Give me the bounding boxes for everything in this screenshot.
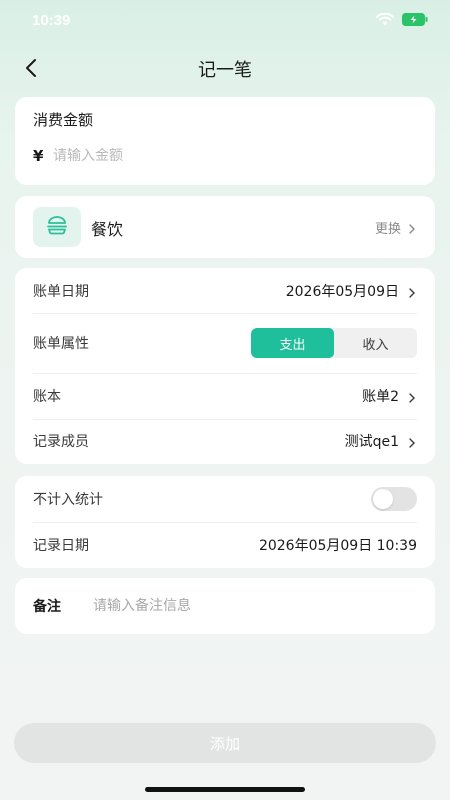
category-name: 餐饮 xyxy=(91,220,124,239)
record-date-value: 2026年05月09日 10:39 xyxy=(258,538,417,554)
attribute-segmented-control: 支出 收入 xyxy=(251,328,417,358)
amount-card: 消费金额 ¥ xyxy=(15,97,435,185)
bill-date-label: 账单日期 xyxy=(33,284,89,300)
record-date-label: 记录日期 xyxy=(33,538,89,554)
note-input[interactable] xyxy=(93,593,413,619)
ledger-row[interactable]: 账本 账单2 xyxy=(33,385,417,407)
member-row[interactable]: 记录成员 测试qe1 xyxy=(33,430,417,452)
divider xyxy=(33,522,417,523)
amount-label: 消费金额 xyxy=(33,111,94,129)
divider xyxy=(33,373,417,374)
bill-date-value-wrap: 2026年05月09日 xyxy=(286,281,417,301)
member-label: 记录成员 xyxy=(33,434,89,450)
ledger-value-wrap: 账单2 xyxy=(362,386,417,406)
burger-icon xyxy=(46,215,68,239)
chevron-right-icon xyxy=(407,436,417,448)
category-card[interactable]: 餐饮 更换 xyxy=(15,196,435,258)
page-title: 记一笔 xyxy=(198,60,252,81)
member-value-wrap: 测试qe1 xyxy=(345,431,417,451)
currency-symbol: ¥ xyxy=(33,147,44,165)
divider xyxy=(33,313,417,314)
home-indicator xyxy=(145,787,305,792)
bill-date-row[interactable]: 账单日期 2026年05月09日 xyxy=(33,280,417,302)
attribute-label: 账单属性 xyxy=(33,336,89,352)
ledger-label: 账本 xyxy=(33,389,61,405)
chevron-right-icon xyxy=(407,286,417,298)
stats-card: 不计入统计 记录日期 2026年05月09日 10:39 xyxy=(15,476,435,568)
wifi-icon xyxy=(376,13,394,26)
status-icons xyxy=(376,13,428,26)
bill-date-value: 2026年05月09日 xyxy=(285,284,399,300)
chevron-right-icon xyxy=(407,223,417,234)
toggle-knob xyxy=(373,489,393,509)
attribute-row: 账单属性 支出 收入 xyxy=(33,328,417,358)
exclude-stats-row: 不计入统计 xyxy=(33,486,417,512)
note-card: 备注 xyxy=(15,578,435,634)
segment-expense[interactable]: 支出 xyxy=(251,328,334,358)
nav-bar: 记一笔 xyxy=(0,46,450,90)
amount-input[interactable] xyxy=(53,143,413,169)
record-date-row: 记录日期 2026年05月09日 10:39 xyxy=(33,534,417,556)
divider xyxy=(33,419,417,420)
member-value: 测试qe1 xyxy=(344,434,399,450)
add-button[interactable]: 添加 xyxy=(14,723,436,763)
details-card: 账单日期 2026年05月09日 账单属性 支出 收入 账本 账单2 记录成员 … xyxy=(15,268,435,464)
chevron-right-icon xyxy=(407,391,417,403)
segment-income[interactable]: 收入 xyxy=(334,328,417,358)
change-label: 更换 xyxy=(374,222,401,237)
exclude-stats-label: 不计入统计 xyxy=(33,492,103,508)
ledger-value: 账单2 xyxy=(362,389,399,405)
category-icon-box xyxy=(33,207,81,247)
status-time: 10:39 xyxy=(32,12,71,29)
note-label: 备注 xyxy=(33,599,61,615)
change-category-button[interactable]: 更换 xyxy=(375,218,417,237)
exclude-stats-toggle[interactable] xyxy=(371,487,417,511)
status-bar: 10:39 xyxy=(0,0,450,44)
battery-icon xyxy=(402,13,428,26)
